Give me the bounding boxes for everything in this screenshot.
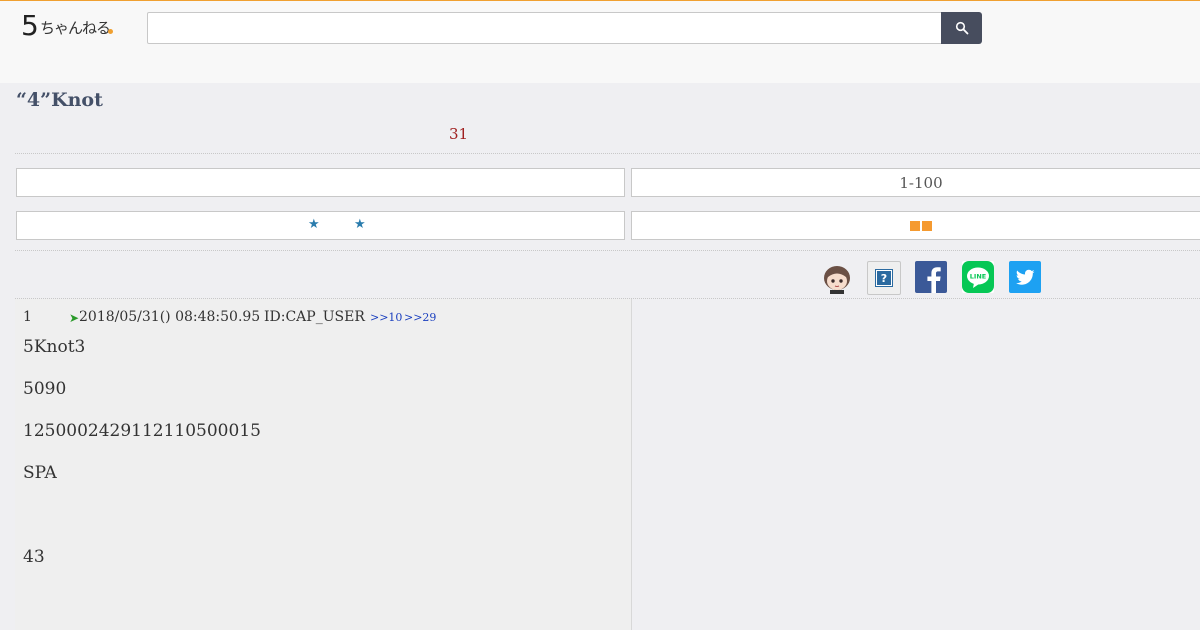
- divider: [15, 153, 1200, 154]
- post-datetime: 2018/05/31() 08:48:50.95: [79, 309, 261, 325]
- search-button[interactable]: [941, 12, 982, 44]
- logo-dot: [108, 29, 113, 34]
- line-icon: LINE: [962, 261, 994, 293]
- site-header: 5 ちゃんねる: [0, 0, 1200, 83]
- post-line: 43: [23, 547, 45, 567]
- reply-link[interactable]: >>10: [370, 311, 402, 324]
- search-icon: [955, 21, 968, 35]
- facebook-share-button[interactable]: [915, 261, 947, 293]
- nav-range-button[interactable]: 1-100: [631, 168, 1200, 197]
- post-line: 125000242911211050​0015: [23, 421, 261, 441]
- help-button[interactable]: ?: [867, 261, 901, 295]
- line-icon-label: LINE: [970, 273, 986, 281]
- facebook-icon: [927, 267, 941, 293]
- thread-count: 31: [449, 125, 469, 143]
- green-arrow-icon: ➤: [69, 311, 80, 325]
- avatar-icon: [824, 266, 850, 294]
- reply-link[interactable]: >>29: [404, 311, 436, 324]
- post-line: 5090: [23, 379, 67, 399]
- nav-box-right-bottom[interactable]: [631, 211, 1200, 240]
- help-icon: ?: [875, 269, 893, 287]
- nav-box-left-top[interactable]: [16, 168, 625, 197]
- thread-title: “4”Knot: [16, 89, 103, 111]
- twitter-share-button[interactable]: [1009, 261, 1041, 293]
- site-logo[interactable]: 5 ちゃんねる: [21, 11, 116, 43]
- post-line: 5Knot3: [23, 337, 86, 357]
- avatar[interactable]: [820, 261, 854, 295]
- star-icon: ★: [308, 217, 320, 232]
- post-number[interactable]: 1: [23, 309, 32, 325]
- logo-five: 5: [21, 9, 39, 42]
- search-input[interactable]: [147, 12, 942, 44]
- line-share-button[interactable]: LINE: [962, 261, 994, 293]
- nav-range-label: 1-100: [899, 173, 943, 192]
- nav-box-left-bottom[interactable]: ★ ★: [16, 211, 625, 240]
- twitter-icon: [1016, 269, 1035, 285]
- right-pane: [632, 299, 1200, 630]
- post-id[interactable]: ID:CAP_USER: [264, 309, 365, 325]
- post: 1 ➤ 2018/05/31() 08:48:50.95 ID:CAP_USER…: [15, 299, 632, 630]
- orange-squares-icon: [909, 217, 933, 235]
- divider: [15, 250, 1200, 251]
- star-icon: ★: [354, 217, 366, 232]
- logo-text: ちゃんねる: [40, 19, 111, 37]
- post-line: SPA: [23, 463, 57, 483]
